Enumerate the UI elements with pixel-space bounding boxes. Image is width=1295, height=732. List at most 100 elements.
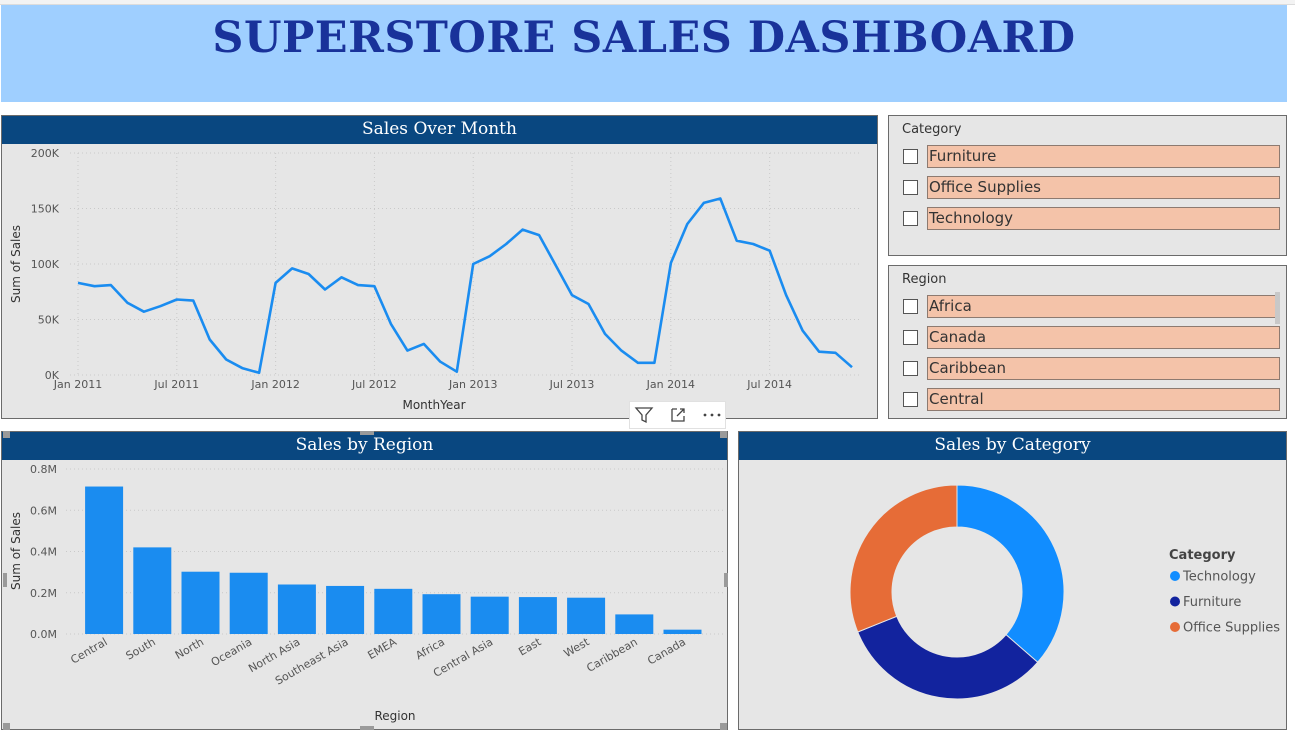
category-option-furniture[interactable]: Furniture	[903, 145, 1281, 168]
bar-north	[181, 571, 220, 634]
bar-west	[567, 597, 606, 634]
resize-handle[interactable]	[3, 723, 10, 730]
region-option-central[interactable]: Central	[903, 388, 1281, 411]
category-slicer[interactable]: Category Furniture Office Supplies Techn…	[888, 115, 1287, 256]
visual-header-toolbar	[629, 401, 726, 429]
legend-title: Category	[1169, 548, 1236, 563]
resize-handle[interactable]	[360, 431, 374, 435]
y-tick-label: 0.6M	[30, 504, 57, 517]
checkbox[interactable]	[903, 299, 918, 314]
category-slicer-title: Category	[902, 122, 962, 137]
bar-east	[518, 597, 557, 634]
checkbox[interactable]	[903, 392, 918, 407]
sales-over-month-title: Sales Over Month	[2, 116, 877, 144]
category-option-technology[interactable]: Technology	[903, 207, 1281, 230]
y-axis-title: Sum of Sales	[9, 225, 23, 303]
category-option-label: Furniture	[927, 145, 1280, 168]
x-tick-label: EMEA	[366, 635, 400, 662]
filter-icon[interactable]	[632, 404, 656, 426]
region-slicer-scrollbar[interactable]	[1275, 292, 1280, 324]
x-tick-label: Jan 2011	[53, 378, 102, 391]
x-tick-label: Jul 2012	[351, 378, 397, 391]
x-tick-label: South	[124, 635, 158, 662]
region-slicer[interactable]: Region Africa Canada Caribbean Central	[888, 265, 1287, 419]
sales-by-category-visual[interactable]: Sales by Category Category Technology Furn…	[738, 431, 1287, 730]
resize-handle[interactable]	[360, 726, 374, 730]
bar-north-asia	[277, 584, 316, 634]
focus-mode-icon[interactable]	[666, 404, 690, 426]
more-options-icon[interactable]	[700, 404, 724, 426]
y-tick-label: 200K	[31, 147, 60, 160]
category-option-office-supplies[interactable]: Office Supplies	[903, 176, 1281, 199]
x-tick-label: East	[516, 635, 544, 658]
region-option-label: Canada	[927, 326, 1280, 349]
bar-chart: 0.0M0.2M0.4M0.6M0.8MCentral South North Oce…	[9, 463, 724, 723]
sales-by-region-title: Sales by Region	[2, 432, 727, 460]
x-tick-label: West	[562, 635, 593, 660]
y-tick-label: 0.4M	[30, 546, 57, 559]
donut-slice-technology	[956, 484, 1065, 663]
donut-slice-office-supplies	[849, 484, 958, 633]
y-axis-title: Sum of Sales	[9, 512, 23, 590]
resize-handle[interactable]	[3, 573, 7, 587]
region-option-caribbean[interactable]: Caribbean	[903, 357, 1281, 380]
bar-oceania	[229, 572, 268, 634]
resize-handle[interactable]	[3, 431, 10, 438]
y-tick-label: 0.2M	[30, 587, 57, 600]
region-option-canada[interactable]: Canada	[903, 326, 1281, 349]
legend-label: Furniture	[1183, 595, 1241, 610]
legend-marker	[1170, 571, 1180, 581]
sales-over-month-visual[interactable]: Sales Over Month 0K 50K 100K 150K 200K Jan 20…	[1, 115, 878, 419]
y-tick-label: 100K	[31, 258, 60, 271]
x-tick-label: Jul 2014	[746, 378, 792, 391]
resize-handle[interactable]	[720, 723, 727, 730]
x-tick-label: Jan 2014	[646, 378, 695, 391]
region-option-label: Africa	[927, 295, 1280, 318]
donut-chart: Category Technology Furniture Office Suppli…	[849, 484, 1280, 700]
checkbox[interactable]	[903, 211, 918, 226]
dashboard-header: SUPERSTORE SALES DASHBOARD	[1, 5, 1287, 102]
y-tick-label: 150K	[31, 203, 60, 216]
bar-central-asia	[470, 596, 509, 634]
region-slicer-title: Region	[902, 272, 947, 287]
x-tick-label: Africa	[413, 635, 447, 662]
y-tick-label: 0.8M	[30, 463, 57, 476]
checkbox[interactable]	[903, 361, 918, 376]
bar-canada	[663, 629, 702, 634]
y-tick-label: 50K	[38, 314, 60, 327]
x-tick-label: Jul 2011	[153, 378, 199, 391]
bar-africa	[422, 594, 461, 634]
resize-handle[interactable]	[724, 573, 728, 587]
legend-label: Office Supplies	[1183, 621, 1280, 636]
x-tick-label: Caribbean	[584, 635, 639, 674]
bar-southeast-asia	[326, 585, 365, 634]
x-axis-title: Region	[374, 709, 415, 723]
resize-handle[interactable]	[720, 431, 727, 438]
legend-label: Technology	[1182, 570, 1256, 585]
sales-by-category-title: Sales by Category	[739, 432, 1286, 460]
bar-caribbean	[615, 614, 654, 634]
line-chart: 0K50K100K150K200KJan 2011 Jul 2011 Jan 201…	[9, 147, 862, 412]
x-tick-label: Central	[68, 635, 109, 666]
checkbox[interactable]	[903, 180, 918, 195]
region-option-label: Central	[927, 388, 1280, 411]
bar-central	[85, 486, 124, 634]
x-tick-label: North	[173, 635, 206, 662]
sales-by-region-visual[interactable]: Sales by Region 0.0M 0.2M 0.4M 0.6M 0.8M Cent…	[1, 431, 728, 730]
y-tick-label: 0.0M	[30, 628, 57, 641]
x-tick-label: Jan 2013	[448, 378, 497, 391]
legend-marker	[1170, 622, 1180, 632]
bar-emea	[374, 588, 413, 634]
category-option-label: Technology	[927, 207, 1280, 230]
category-option-label: Office Supplies	[927, 176, 1280, 199]
x-tick-label: Jul 2013	[549, 378, 595, 391]
dashboard-title: SUPERSTORE SALES DASHBOARD	[212, 13, 1076, 63]
bar-south	[133, 547, 172, 634]
checkbox[interactable]	[903, 330, 918, 345]
legend-marker	[1170, 596, 1180, 607]
x-tick-label: Jan 2012	[250, 378, 299, 391]
region-option-africa[interactable]: Africa	[903, 295, 1281, 318]
x-tick-label: Canada	[645, 635, 688, 667]
checkbox[interactable]	[903, 149, 918, 164]
sales-line-series	[77, 197, 853, 375]
